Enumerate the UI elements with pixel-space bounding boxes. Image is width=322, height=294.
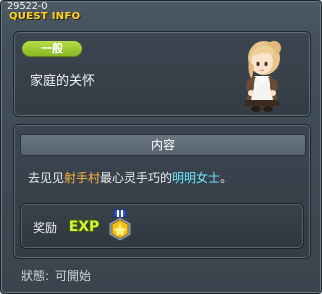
description-text: 。 bbox=[220, 171, 233, 185]
description-text: 去见见 bbox=[28, 171, 65, 185]
status-value: 可開始 bbox=[55, 269, 92, 283]
description-npc-highlight: 明明女士 bbox=[172, 171, 221, 185]
quest-name: 家庭的关怀 bbox=[30, 74, 96, 89]
exp-icon[interactable]: EXP bbox=[67, 214, 101, 236]
quest-description: 去见见射手村最心灵手巧的明明女士。 bbox=[28, 169, 232, 186]
medal-icon[interactable] bbox=[107, 209, 133, 243]
status-label: 狀態: bbox=[21, 269, 50, 283]
npc-portrait bbox=[244, 41, 281, 112]
quest-content-panel: 内容 去见见射手村最心灵手巧的明明女士。 奖励 EXP bbox=[13, 124, 311, 259]
reward-label: 奖励 bbox=[33, 221, 58, 235]
quest-summary-panel: 一般 家庭的关怀 bbox=[13, 31, 311, 117]
window-title: QUEST INFO bbox=[9, 11, 81, 22]
quest-category-badge: 一般 bbox=[22, 41, 82, 57]
quest-status: 狀態: 可開始 bbox=[21, 267, 91, 284]
content-section-header: 内容 bbox=[20, 134, 306, 156]
quest-info-window: 29522-0 QUEST INFO 一般 家庭的关怀 内容 去见见射手村最心灵… bbox=[0, 0, 322, 294]
description-place-highlight: 射手村 bbox=[64, 171, 101, 185]
reward-box: 奖励 EXP bbox=[20, 203, 304, 249]
description-text: 最心灵手巧的 bbox=[100, 171, 173, 185]
exp-icon-text: EXP bbox=[69, 219, 100, 235]
